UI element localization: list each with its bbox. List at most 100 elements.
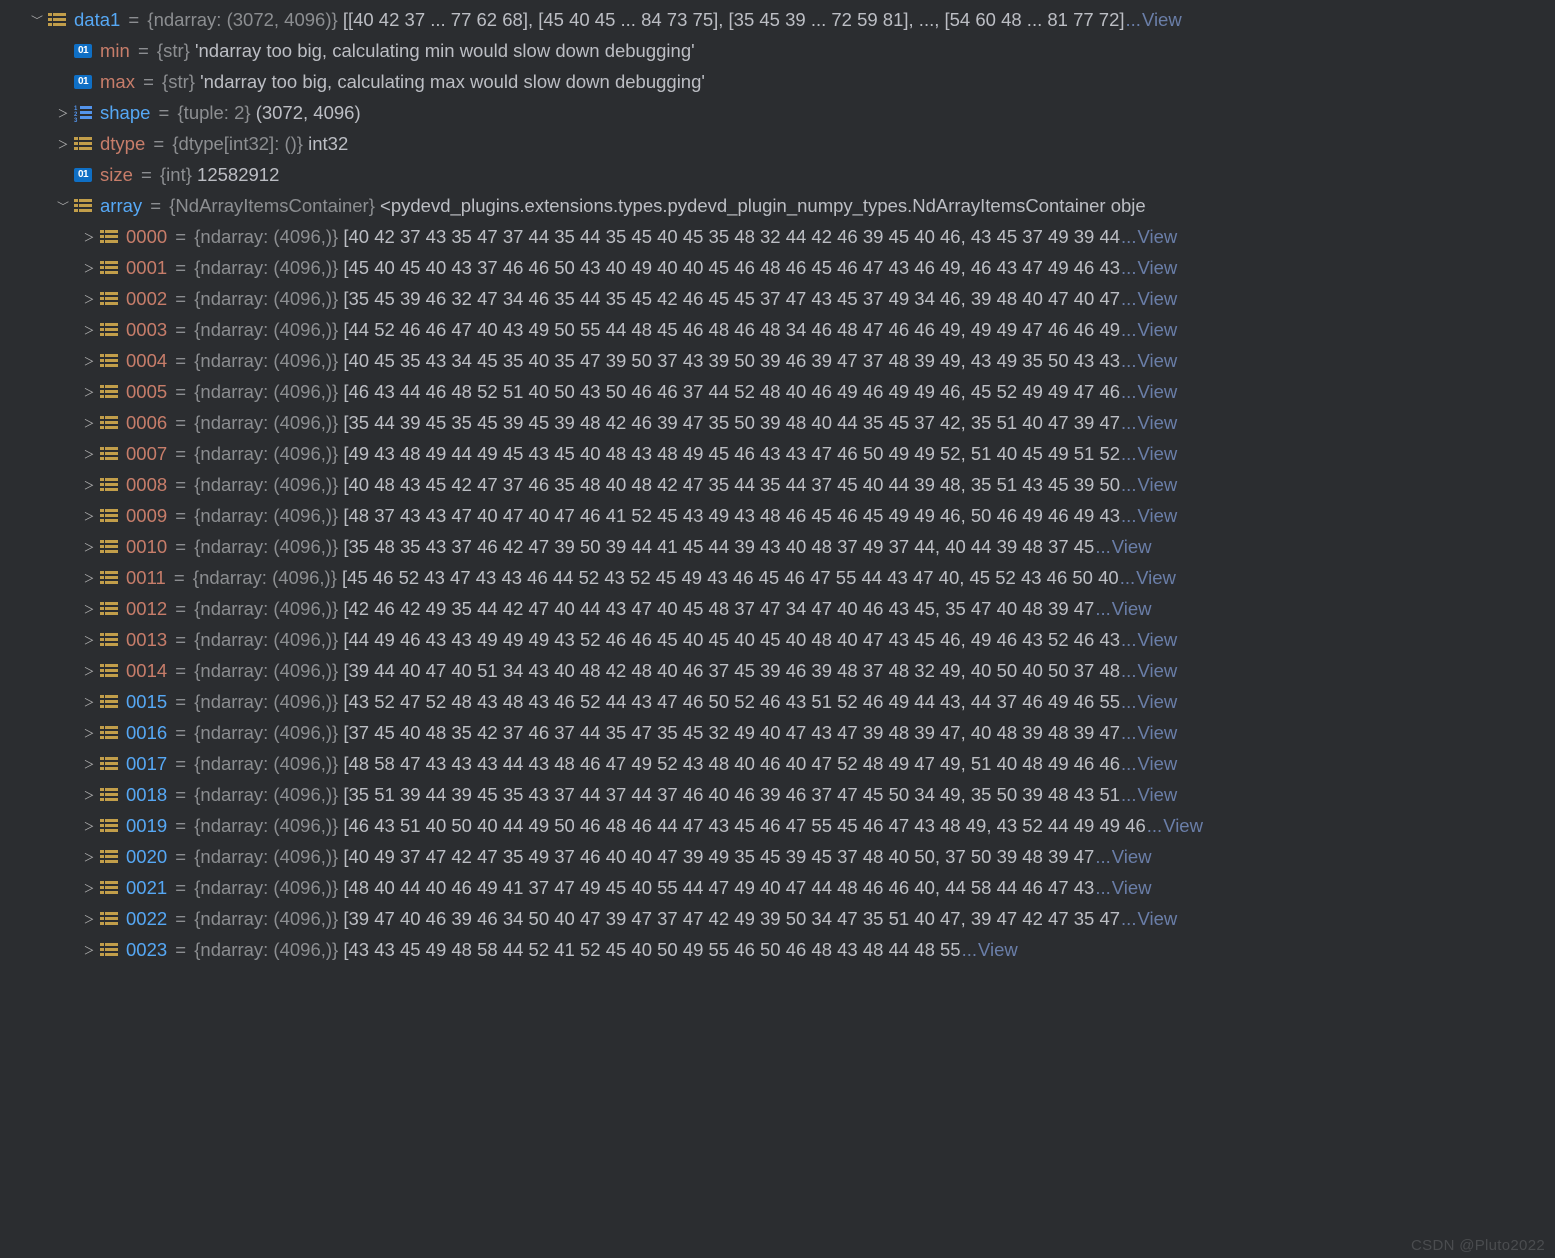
variable-row[interactable]: ＞0019 = {ndarray: (4096,)} [46 43 51 40 … bbox=[0, 810, 1555, 841]
variable-row[interactable]: ＞0006 = {ndarray: (4096,)} [35 44 39 45 … bbox=[0, 407, 1555, 438]
view-as-link[interactable]: View bbox=[1137, 350, 1177, 371]
array-icon bbox=[100, 786, 118, 804]
variable-row[interactable]: >01size = {int} 12582912 bbox=[0, 159, 1555, 190]
variable-row[interactable]: ＞123shape = {tuple: 2} (3072, 4096) bbox=[0, 97, 1555, 128]
view-as-link[interactable]: View bbox=[1137, 443, 1177, 464]
variable-row[interactable]: ＞0002 = {ndarray: (4096,)} [35 45 39 46 … bbox=[0, 283, 1555, 314]
array-icon bbox=[100, 631, 118, 649]
view-as-link[interactable]: View bbox=[1137, 908, 1177, 929]
view-as-link[interactable]: View bbox=[1137, 629, 1177, 650]
view-as-link[interactable]: View bbox=[1137, 412, 1177, 433]
variable-row[interactable]: >01min = {str} 'ndarray too big, calcula… bbox=[0, 35, 1555, 66]
expand-arrow-icon[interactable]: ＞ bbox=[78, 601, 100, 617]
expand-arrow-icon[interactable]: ＞ bbox=[78, 787, 100, 803]
variable-value: 12582912 bbox=[197, 164, 279, 185]
collapse-arrow-icon[interactable]: ﹀ bbox=[24, 12, 50, 27]
variable-content: 0017 = {ndarray: (4096,)} [48 58 47 43 4… bbox=[126, 753, 1555, 775]
view-as-link[interactable]: View bbox=[1137, 288, 1177, 309]
view-as-link[interactable]: View bbox=[1112, 536, 1152, 557]
view-as-link[interactable]: View bbox=[1137, 257, 1177, 278]
expand-arrow-icon[interactable]: ＞ bbox=[78, 818, 100, 834]
expand-arrow-icon[interactable]: ＞ bbox=[78, 322, 100, 338]
view-as-link[interactable]: View bbox=[1137, 505, 1177, 526]
expand-arrow-icon[interactable]: ＞ bbox=[78, 291, 100, 307]
collapse-arrow-icon[interactable]: ﹀ bbox=[50, 198, 76, 213]
variable-row[interactable]: ＞0004 = {ndarray: (4096,)} [40 45 35 43 … bbox=[0, 345, 1555, 376]
variable-row[interactable]: ＞0023 = {ndarray: (4096,)} [43 43 45 49 … bbox=[0, 934, 1555, 965]
view-as-link[interactable]: View bbox=[1112, 846, 1152, 867]
variable-type: {ndarray: (4096,)} bbox=[194, 598, 343, 619]
array-icon bbox=[100, 755, 118, 773]
view-as-link[interactable]: View bbox=[1137, 722, 1177, 743]
variable-row[interactable]: >01max = {str} 'ndarray too big, calcula… bbox=[0, 66, 1555, 97]
variable-row[interactable]: ＞0015 = {ndarray: (4096,)} [43 52 47 52 … bbox=[0, 686, 1555, 717]
expand-arrow-icon[interactable]: ＞ bbox=[78, 508, 100, 524]
view-as-link[interactable]: View bbox=[1163, 815, 1203, 836]
variable-row[interactable]: ＞0013 = {ndarray: (4096,)} [44 49 46 43 … bbox=[0, 624, 1555, 655]
variable-name: data1 bbox=[74, 9, 120, 30]
array-icon bbox=[100, 259, 118, 277]
variable-row[interactable]: ﹀data1 = {ndarray: (3072, 4096)} [[40 42… bbox=[0, 4, 1555, 35]
array-icon bbox=[100, 538, 118, 556]
expand-arrow-icon[interactable]: ＞ bbox=[78, 539, 100, 555]
expand-arrow-icon[interactable]: ＞ bbox=[78, 694, 100, 710]
view-as-link[interactable]: View bbox=[1137, 691, 1177, 712]
view-as-link[interactable]: View bbox=[1137, 319, 1177, 340]
variable-row[interactable]: ＞0011 = {ndarray: (4096,)} [45 46 52 43 … bbox=[0, 562, 1555, 593]
expand-arrow-icon[interactable]: ＞ bbox=[78, 477, 100, 493]
expand-arrow-icon[interactable]: ＞ bbox=[78, 849, 100, 865]
variable-name: array bbox=[100, 195, 142, 216]
variable-row[interactable]: ﹀array = {NdArrayItemsContainer} <pydevd… bbox=[0, 190, 1555, 221]
view-as-link[interactable]: View bbox=[1137, 784, 1177, 805]
view-as-link[interactable]: View bbox=[1137, 381, 1177, 402]
variable-row[interactable]: ＞0020 = {ndarray: (4096,)} [40 49 37 47 … bbox=[0, 841, 1555, 872]
variable-row[interactable]: ＞0014 = {ndarray: (4096,)} [39 44 40 47 … bbox=[0, 655, 1555, 686]
variable-type: {ndarray: (4096,)} bbox=[194, 815, 343, 836]
variable-row[interactable]: ＞0009 = {ndarray: (4096,)} [48 37 43 43 … bbox=[0, 500, 1555, 531]
expand-arrow-icon[interactable]: ＞ bbox=[78, 415, 100, 431]
view-as-link[interactable]: View bbox=[1137, 660, 1177, 681]
variable-row[interactable]: ＞0021 = {ndarray: (4096,)} [48 40 44 40 … bbox=[0, 872, 1555, 903]
expand-arrow-icon[interactable]: ＞ bbox=[78, 632, 100, 648]
variable-row[interactable]: ＞0003 = {ndarray: (4096,)} [44 52 46 46 … bbox=[0, 314, 1555, 345]
expand-arrow-icon[interactable]: ＞ bbox=[78, 911, 100, 927]
variable-content: 0012 = {ndarray: (4096,)} [42 46 42 49 3… bbox=[126, 598, 1555, 620]
expand-arrow-icon[interactable]: ＞ bbox=[52, 105, 74, 121]
variable-name: 0018 bbox=[126, 784, 167, 805]
view-as-link[interactable]: View bbox=[1137, 226, 1177, 247]
view-as-link[interactable]: View bbox=[1137, 474, 1177, 495]
variable-row[interactable]: ＞ 0017 = {ndarray: (4096,)} [48 58 47 43 … bbox=[0, 748, 1555, 779]
expand-arrow-icon[interactable]: ＞ bbox=[78, 663, 100, 679]
expand-arrow-icon[interactable]: ＞ bbox=[52, 136, 74, 152]
expand-arrow-icon[interactable]: ＞ bbox=[78, 260, 100, 276]
view-as-link[interactable]: View bbox=[1136, 567, 1176, 588]
variable-row[interactable]: ＞0016 = {ndarray: (4096,)} [37 45 40 48 … bbox=[0, 717, 1555, 748]
expand-arrow-icon[interactable]: ＞ bbox=[78, 725, 100, 741]
variable-row[interactable]: ＞0008 = {ndarray: (4096,)} [40 48 43 45 … bbox=[0, 469, 1555, 500]
expand-arrow-icon[interactable]: ＞ bbox=[78, 756, 100, 772]
view-as-link[interactable]: View bbox=[978, 939, 1018, 960]
expand-arrow-icon[interactable]: ＞ bbox=[78, 229, 100, 245]
variable-name: 0005 bbox=[126, 381, 167, 402]
expand-arrow-icon[interactable]: ＞ bbox=[78, 570, 100, 586]
variable-row[interactable]: ＞0005 = {ndarray: (4096,)} [46 43 44 46 … bbox=[0, 376, 1555, 407]
variable-row[interactable]: ＞0010 = {ndarray: (4096,)} [35 48 35 43 … bbox=[0, 531, 1555, 562]
view-as-link[interactable]: View bbox=[1142, 9, 1182, 30]
variable-row[interactable]: ＞0022 = {ndarray: (4096,)} [39 47 40 46 … bbox=[0, 903, 1555, 934]
variable-row[interactable]: ＞ 0012 = {ndarray: (4096,)} [42 46 42 49 … bbox=[0, 593, 1555, 624]
view-as-link[interactable]: View bbox=[1112, 598, 1152, 619]
variable-row[interactable]: ＞0000 = {ndarray: (4096,)} [40 42 37 43 … bbox=[0, 221, 1555, 252]
expand-arrow-icon[interactable]: ＞ bbox=[78, 942, 100, 958]
variable-row[interactable]: ＞ 0007 = {ndarray: (4096,)} [49 43 48 49 … bbox=[0, 438, 1555, 469]
expand-arrow-icon[interactable]: ＞ bbox=[78, 384, 100, 400]
expand-arrow-icon[interactable]: ＞ bbox=[78, 446, 100, 462]
view-as-link[interactable]: View bbox=[1112, 877, 1152, 898]
variable-content: 0007 = {ndarray: (4096,)} [49 43 48 49 4… bbox=[126, 443, 1555, 465]
variable-row[interactable]: ＞0001 = {ndarray: (4096,)} [45 40 45 40 … bbox=[0, 252, 1555, 283]
variable-row[interactable]: ＞dtype = {dtype[int32]: ()} int32 bbox=[0, 128, 1555, 159]
variable-value: [43 43 45 49 48 58 44 52 41 52 45 40 50 … bbox=[343, 939, 960, 960]
expand-arrow-icon[interactable]: ＞ bbox=[78, 880, 100, 896]
variable-row[interactable]: ＞0018 = {ndarray: (4096,)} [35 51 39 44 … bbox=[0, 779, 1555, 810]
expand-arrow-icon[interactable]: ＞ bbox=[78, 353, 100, 369]
view-as-link[interactable]: View bbox=[1137, 753, 1177, 774]
